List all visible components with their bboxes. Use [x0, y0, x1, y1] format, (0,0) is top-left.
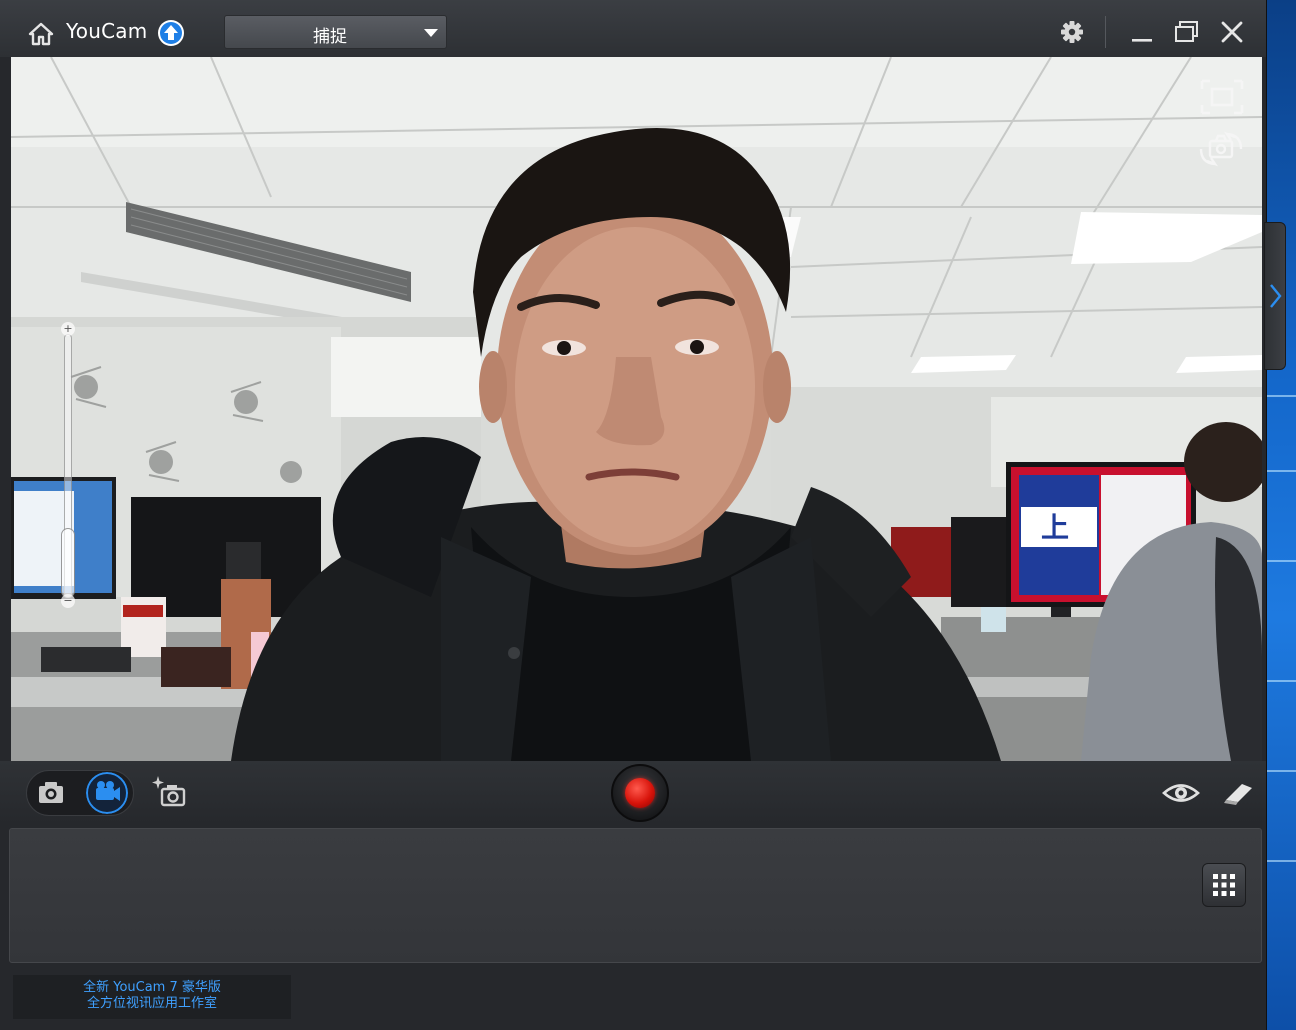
- title-bar: YouCam 捕捉: [0, 0, 1266, 57]
- minimize-icon[interactable]: [1127, 17, 1157, 47]
- sparkle-camera-icon[interactable]: [148, 772, 190, 814]
- close-icon[interactable]: [1217, 17, 1247, 47]
- zoom-slider-thumb[interactable]: [61, 528, 75, 598]
- promo-banner[interactable]: 全新 YouCam 7 豪华版 全方位视讯应用工作室: [13, 975, 291, 1019]
- capture-toolbar: [0, 761, 1266, 825]
- capture-mode-switch: [26, 770, 134, 816]
- home-icon[interactable]: [28, 22, 54, 46]
- zoom-out-icon[interactable]: −: [61, 594, 75, 608]
- promo-line-2[interactable]: 全方位视讯应用工作室: [13, 996, 291, 1012]
- chevron-right-icon: [1270, 284, 1282, 308]
- app-title: YouCam: [66, 19, 148, 43]
- camera-preview: 上 + −: [11, 57, 1262, 761]
- fit-screen-icon[interactable]: [1198, 77, 1246, 117]
- flip-camera-icon[interactable]: [1197, 129, 1245, 169]
- title-bar-divider: [1105, 16, 1106, 48]
- eye-icon[interactable]: [1160, 772, 1202, 814]
- gear-icon[interactable]: [1057, 17, 1087, 47]
- grid-view-button[interactable]: [1202, 863, 1246, 907]
- webcam-feed-image: 上: [11, 57, 1262, 761]
- svg-text:上: 上: [1041, 511, 1069, 544]
- eraser-icon[interactable]: [1216, 772, 1258, 814]
- record-button[interactable]: [611, 764, 669, 822]
- promo-line-1[interactable]: 全新 YouCam 7 豪华版: [13, 975, 291, 996]
- camera-icon[interactable]: [30, 772, 72, 814]
- upgrade-icon[interactable]: [157, 19, 185, 47]
- side-panel-toggle[interactable]: [1264, 222, 1286, 370]
- video-camera-icon[interactable]: [86, 772, 128, 814]
- mode-dropdown[interactable]: 捕捉: [224, 15, 447, 49]
- grid-icon: [1213, 874, 1235, 896]
- zoom-in-icon[interactable]: +: [61, 322, 75, 336]
- maximize-icon[interactable]: [1172, 17, 1202, 47]
- zoom-slider[interactable]: + −: [59, 322, 77, 610]
- mode-dropdown-value: 捕捉: [313, 27, 347, 47]
- chevron-down-icon: [424, 29, 438, 37]
- youcam-window: YouCam 捕捉 上 + − 全新 YouCam 7 豪华版 全方位视讯应用工…: [0, 0, 1267, 1030]
- desktop-background: [1266, 0, 1296, 1030]
- record-icon: [625, 778, 655, 808]
- media-tray: [9, 828, 1262, 963]
